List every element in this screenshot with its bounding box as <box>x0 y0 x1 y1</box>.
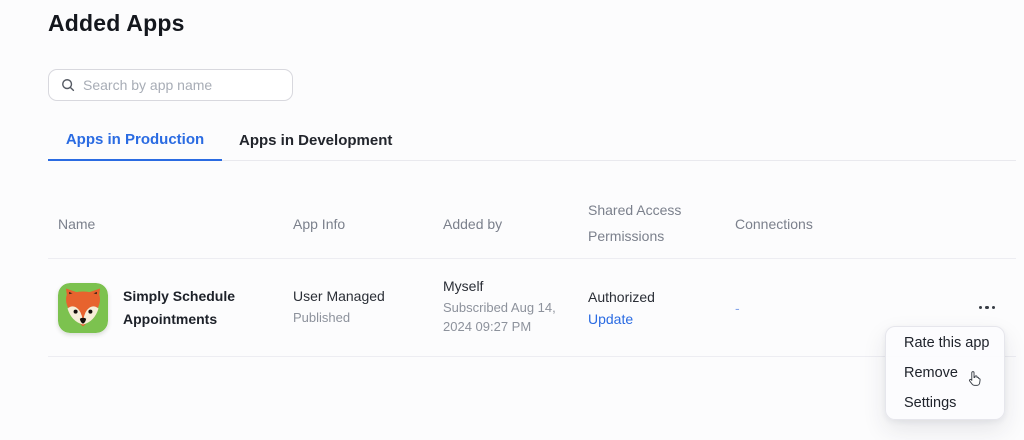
column-header-shared-access: Shared Access Permissions <box>588 202 682 244</box>
app-publish-status: Published <box>293 309 351 325</box>
menu-item-remove[interactable]: Remove <box>886 358 1004 388</box>
table-row: Simply Schedule Appointments User Manage… <box>48 259 1016 357</box>
fox-app-icon <box>58 282 108 333</box>
table-header: Name App Info Added by Shared Access Per… <box>48 190 1016 259</box>
tab-apps-in-development[interactable]: Apps in Development <box>222 132 409 160</box>
connections-cell: - <box>735 300 1016 316</box>
menu-item-rate-this-app[interactable]: Rate this app <box>886 328 1004 358</box>
column-header-connections: Connections <box>735 216 813 232</box>
tab-bar: Apps in Production Apps in Development <box>48 131 1016 161</box>
page-title: Added Apps <box>48 10 185 36</box>
tab-apps-in-production[interactable]: Apps in Production <box>48 131 222 161</box>
added-by-cell: Myself Subscribed Aug 14, 2024 09:27 PM <box>443 278 588 337</box>
app-name: Simply Schedule Appointments <box>123 288 236 327</box>
column-header-name: Name <box>58 216 96 232</box>
authorization-status: Authorized <box>588 288 655 305</box>
app-managed-type: User Managed <box>293 287 385 304</box>
ellipsis-menu-icon <box>978 305 983 310</box>
app-info-cell: User Managed Published <box>293 288 443 328</box>
update-link[interactable]: Update <box>588 311 633 327</box>
subscribed-date: Subscribed Aug 14, 2024 09:27 PM <box>443 300 556 334</box>
app-name-cell: Simply Schedule Appointments <box>48 282 293 333</box>
app-search-box[interactable] <box>48 69 293 101</box>
shared-access-cell: Authorized Update <box>588 289 735 327</box>
menu-item-settings[interactable]: Settings <box>886 388 1004 418</box>
added-by-user: Myself <box>443 278 484 295</box>
column-header-app-info: App Info <box>293 216 346 232</box>
search-icon <box>62 79 75 92</box>
row-context-menu: Rate this app Remove Settings <box>885 326 1005 420</box>
row-actions-menu-button[interactable] <box>977 300 997 315</box>
search-input[interactable] <box>83 77 280 93</box>
column-header-added-by: Added by <box>443 216 503 232</box>
connections-value: - <box>735 299 740 316</box>
